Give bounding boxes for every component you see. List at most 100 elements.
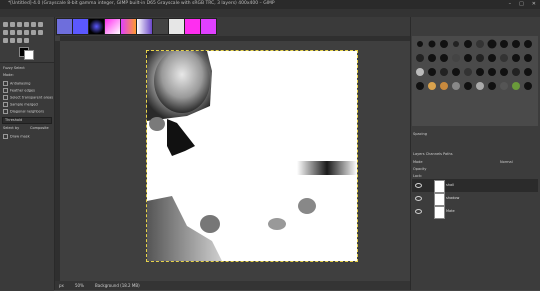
brush-icon[interactable]: [416, 82, 424, 90]
image-thumb[interactable]: [88, 18, 105, 35]
image-thumb[interactable]: [152, 18, 169, 35]
fuzzy-select-icon[interactable]: [31, 22, 36, 27]
color-picker-icon[interactable]: [17, 38, 22, 43]
threshold-slider[interactable]: Threshold: [2, 117, 52, 124]
brush-icon[interactable]: [453, 41, 459, 47]
brush-icon[interactable]: [476, 54, 484, 62]
image-thumb[interactable]: [168, 18, 185, 35]
smudge-icon[interactable]: [38, 30, 43, 35]
image-canvas[interactable]: [146, 49, 358, 262]
move-tool-icon[interactable]: [3, 22, 8, 27]
brush-icon[interactable]: [524, 40, 532, 48]
brush-icon[interactable]: [428, 68, 436, 76]
brush-icon[interactable]: [512, 82, 520, 90]
sample-merged-option[interactable]: Sample merged: [3, 102, 38, 107]
brush-icon[interactable]: [500, 40, 508, 48]
lock-label: Lock:: [413, 174, 423, 178]
brush-icon[interactable]: [476, 82, 484, 90]
brush-icon[interactable]: [512, 68, 520, 76]
background-color[interactable]: [24, 50, 34, 60]
horizontal-ruler[interactable]: [60, 36, 410, 41]
brush-icon[interactable]: [500, 82, 508, 90]
gradient-bar: [297, 161, 357, 175]
maximize-button[interactable]: □: [519, 1, 524, 7]
brush-icon[interactable]: [524, 54, 532, 62]
brush-icon[interactable]: [476, 68, 484, 76]
brush-icon[interactable]: [440, 82, 448, 90]
warp-icon[interactable]: [10, 30, 15, 35]
align-tool-icon[interactable]: [10, 22, 15, 27]
zoom-selector[interactable]: 50%: [75, 283, 84, 288]
brush-icon[interactable]: [452, 68, 460, 76]
brush-icon[interactable]: [428, 82, 436, 90]
eye-icon[interactable]: [415, 183, 422, 188]
rect-select-icon[interactable]: [17, 22, 22, 27]
layer-name: shadow: [446, 196, 460, 200]
vertical-ruler[interactable]: [55, 41, 60, 281]
brush-icon[interactable]: [440, 54, 448, 62]
brush-icon[interactable]: [524, 82, 532, 90]
brush-icon[interactable]: [476, 40, 484, 48]
dock-tabs[interactable]: Layers Channels Paths: [413, 152, 453, 156]
brush-icon[interactable]: [417, 41, 423, 47]
layer-row[interactable]: shadow: [412, 192, 538, 206]
minimize-button[interactable]: –: [509, 1, 512, 7]
feather-option[interactable]: Feather edges: [3, 88, 35, 93]
units-selector[interactable]: px: [59, 283, 64, 288]
brush-icon[interactable]: [500, 54, 508, 62]
brush-icon[interactable]: [428, 40, 436, 48]
brush-icon[interactable]: [428, 54, 436, 62]
brush-grid: [416, 39, 532, 90]
brushes-panel[interactable]: [412, 36, 538, 126]
brush-icon[interactable]: [464, 40, 472, 48]
text-icon[interactable]: [10, 38, 15, 43]
brush-icon[interactable]: [416, 54, 424, 62]
brush-icon[interactable]: [416, 68, 424, 76]
image-thumb[interactable]: [136, 18, 153, 35]
brush-icon[interactable]: [487, 39, 497, 49]
free-select-icon[interactable]: [24, 22, 29, 27]
brush-icon[interactable]: [464, 54, 472, 62]
close-button[interactable]: ✕: [532, 1, 536, 7]
brush-icon[interactable]: [464, 68, 472, 76]
diagonal-option[interactable]: Diagonal neighbors: [3, 109, 44, 114]
brush-icon[interactable]: [512, 40, 520, 48]
select-by-value[interactable]: Composite: [30, 126, 49, 130]
brush-icon[interactable]: [500, 68, 508, 76]
mode-value[interactable]: Normal: [500, 160, 513, 164]
brush-icon[interactable]: [452, 82, 460, 90]
antialiasing-option[interactable]: Antialiasing: [3, 81, 30, 86]
tool-row: [3, 38, 29, 43]
image-thumb[interactable]: [200, 18, 217, 35]
paint-icon[interactable]: [17, 30, 22, 35]
image-thumb[interactable]: [56, 18, 73, 35]
paths-icon[interactable]: [3, 38, 8, 43]
eye-icon[interactable]: [415, 196, 422, 201]
eraser-icon[interactable]: [24, 30, 29, 35]
brush-icon[interactable]: [440, 40, 448, 48]
brush-icon[interactable]: [452, 54, 460, 62]
brush-icon[interactable]: [512, 54, 520, 62]
crop-icon[interactable]: [38, 22, 43, 27]
brush-icon[interactable]: [488, 68, 496, 76]
brush-icon[interactable]: [524, 68, 532, 76]
layer-row[interactable]: shall: [412, 179, 538, 193]
image-thumb[interactable]: [104, 18, 121, 35]
zoom-icon[interactable]: [24, 38, 29, 43]
transparent-option[interactable]: Select transparent areas: [3, 95, 53, 100]
layer-row[interactable]: Mate: [412, 205, 538, 219]
layer-name: Mate: [446, 209, 455, 213]
brush-icon[interactable]: [488, 54, 496, 62]
draw-mask-option[interactable]: Draw mask: [3, 134, 30, 139]
clone-icon[interactable]: [31, 30, 36, 35]
checkbox-icon: [3, 134, 8, 139]
image-thumb[interactable]: [72, 18, 89, 35]
eye-icon[interactable]: [415, 209, 422, 214]
transform-icon[interactable]: [3, 30, 8, 35]
image-thumb[interactable]: [184, 18, 201, 35]
brush-icon[interactable]: [440, 68, 448, 76]
brush-icon[interactable]: [464, 82, 472, 90]
feather-label: Feather edges: [10, 88, 35, 93]
brush-icon[interactable]: [488, 82, 496, 90]
image-thumb[interactable]: [120, 18, 137, 35]
